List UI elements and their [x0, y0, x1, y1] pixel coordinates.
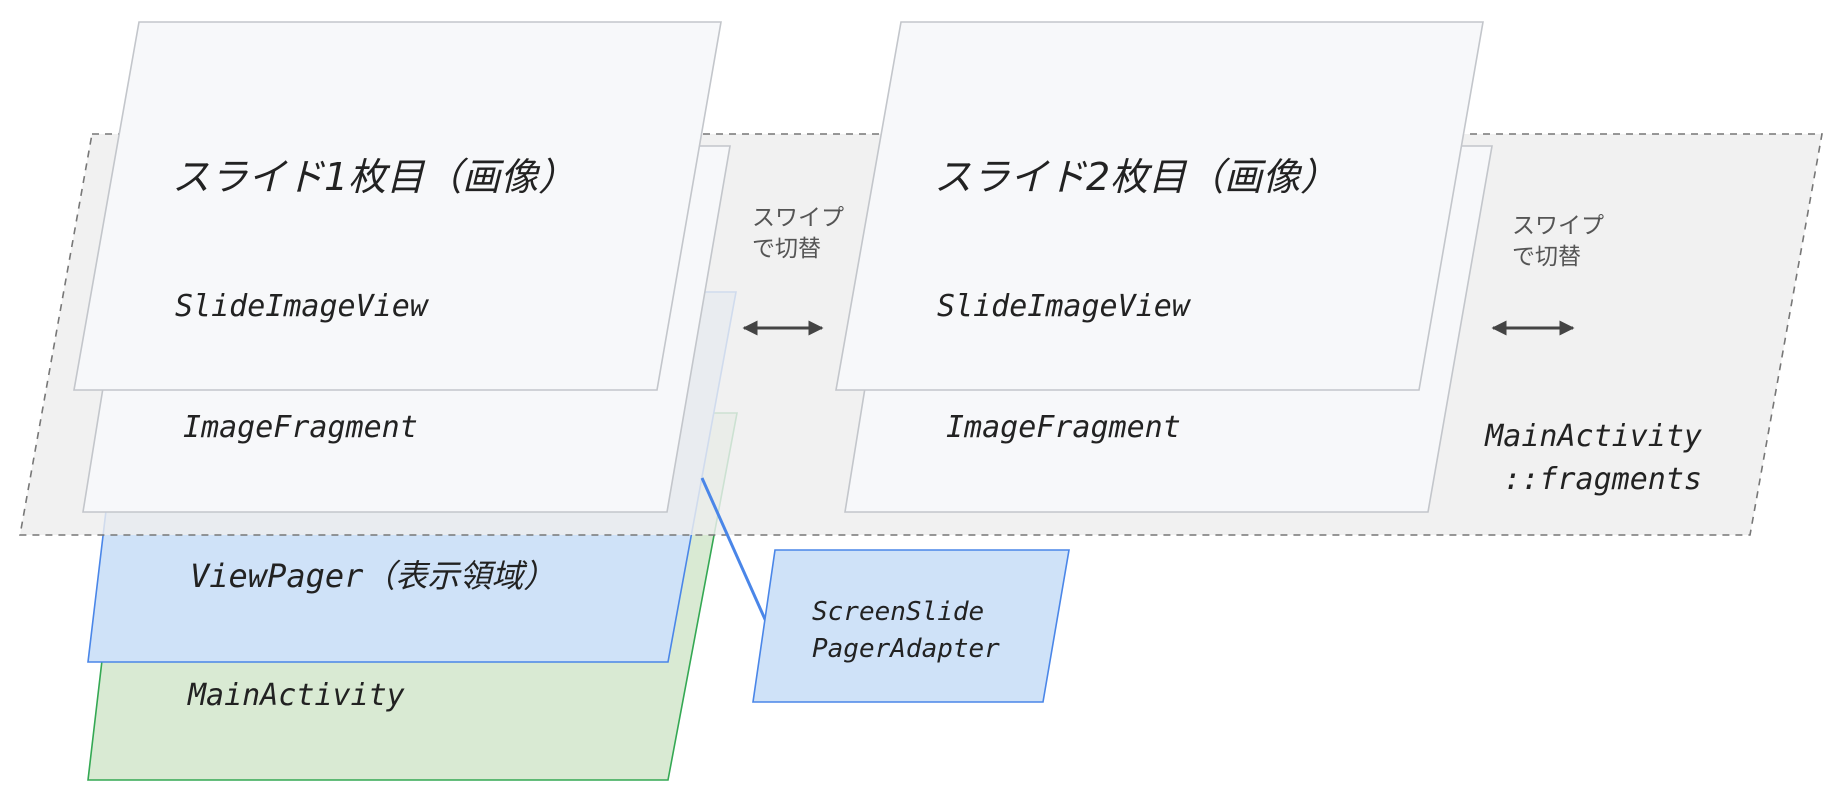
fragments-label-line2: ::fragments [1503, 462, 1702, 497]
swipe-1-label-line2: で切替 [752, 236, 821, 262]
swipe-2-label-line2: で切替 [1512, 244, 1581, 270]
swipe-1-label-line1: スワイプ [752, 205, 844, 231]
image-fragment-2-label: ImageFragment [946, 410, 1181, 445]
fragments-label-line1: MainActivity [1484, 419, 1702, 454]
slide-1-title: スライド1枚目（画像） [172, 155, 576, 199]
slide-image-view-1-label: SlideImageView [175, 289, 430, 324]
main-activity-label: MainActivity [187, 678, 405, 713]
pager-adapter-label-line2: PagerAdapter [812, 634, 1000, 664]
slide-image-view-2 [835, 21, 1484, 391]
slide-2-title: スライド2枚目（画像） [934, 155, 1338, 199]
slide-image-view-2-label: SlideImageView [937, 289, 1192, 324]
pager-adapter-label-line1: ScreenSlide [812, 597, 984, 627]
architecture-diagram: MainActivity ViewPager（表示領域） MainActivit… [19, 21, 1823, 781]
image-fragment-1-label: ImageFragment [183, 410, 418, 445]
view-pager-label: ViewPager（表示領域） [190, 557, 555, 595]
swipe-2-label-line1: スワイプ [1512, 213, 1604, 239]
slide-image-view-1 [73, 21, 722, 391]
